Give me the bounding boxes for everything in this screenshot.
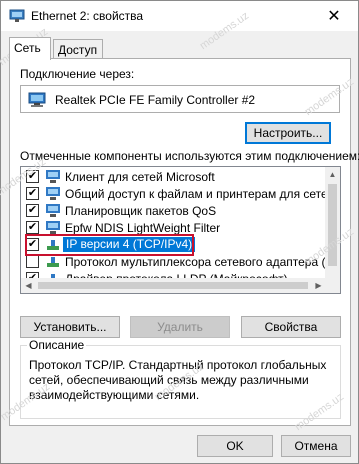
checkbox[interactable]: ✔ <box>26 170 39 183</box>
list-item-label: Общий доступ к файлам и принтерам для се… <box>65 187 341 201</box>
ok-button[interactable]: OK <box>197 435 273 457</box>
components-label: Отмеченные компоненты используются этим … <box>20 149 359 163</box>
description-group: Описание Протокол TCP/IP. Стандартный пр… <box>20 338 341 419</box>
properties-dialog: Ethernet 2: свойства ✕ Сеть Доступ Подкл… <box>0 0 359 464</box>
network-client-icon <box>46 170 60 183</box>
list-item-label: Клиент для сетей Microsoft <box>65 170 215 184</box>
window-title: Ethernet 2: свойства <box>31 9 144 23</box>
scroll-right-icon[interactable]: ▶ <box>311 278 326 293</box>
tab-sharing[interactable]: Доступ <box>53 39 103 60</box>
tab-network[interactable]: Сеть <box>9 37 51 60</box>
protocol-icon <box>47 257 59 267</box>
checkbox[interactable]: ✔ <box>26 221 39 234</box>
configure-button[interactable]: Настроить... <box>245 122 331 144</box>
network-adapter-icon <box>28 92 46 107</box>
network-adapter-icon <box>9 9 25 22</box>
description-legend: Описание <box>27 338 87 352</box>
close-button[interactable]: ✕ <box>314 1 354 31</box>
checkbox-unchecked[interactable] <box>26 255 39 268</box>
list-item-label: Протокол мультиплексора сетевого адаптер… <box>65 255 341 269</box>
close-icon: ✕ <box>327 8 341 25</box>
description-line: взаимодействующими сетями. <box>29 388 200 402</box>
list-item-label: Планировщик пакетов QoS <box>65 204 217 218</box>
adapter-field: Realtek PCIe FE Family Controller #2 <box>20 85 340 113</box>
scrollbar-corner <box>325 278 340 293</box>
description-text: Протокол TCP/IP. Стандартный протокол гл… <box>29 358 334 403</box>
description-line: сетей, обеспечивающий связь между различ… <box>29 373 309 387</box>
checkbox[interactable]: ✔ <box>26 204 39 217</box>
remove-button[interactable]: Удалить <box>130 316 230 338</box>
annotation-highlight <box>25 234 194 256</box>
list-item[interactable]: ✔ Общий доступ к файлам и принтерам для … <box>21 185 340 202</box>
vertical-scrollbar[interactable]: ▲ ▼ <box>325 167 340 293</box>
scroll-thumb[interactable] <box>328 184 337 266</box>
checkbox[interactable]: ✔ <box>26 187 39 200</box>
horizontal-scrollbar[interactable]: ◀ ▶ <box>21 278 326 293</box>
description-line: Протокол TCP/IP. Стандартный протокол гл… <box>29 358 327 372</box>
filter-icon <box>46 221 60 234</box>
scroll-left-icon[interactable]: ◀ <box>21 278 36 293</box>
file-sharing-icon <box>46 187 60 200</box>
scroll-thumb[interactable] <box>38 282 308 289</box>
list-item-label: Epfw NDIS LightWeight Filter <box>65 221 221 235</box>
install-button[interactable]: Установить... <box>20 316 120 338</box>
cancel-button[interactable]: Отмена <box>281 435 351 457</box>
properties-button[interactable]: Свойства <box>241 316 341 338</box>
connect-using-label: Подключение через: <box>20 67 135 81</box>
list-item[interactable]: ✔ Планировщик пакетов QoS <box>21 202 326 219</box>
scroll-up-icon[interactable]: ▲ <box>325 167 340 182</box>
components-list[interactable]: ✔ Клиент для сетей Microsoft ✔ Общий дос… <box>20 166 341 294</box>
adapter-name: Realtek PCIe FE Family Controller #2 <box>55 93 256 107</box>
title-bar: Ethernet 2: свойства ✕ <box>1 1 358 31</box>
qos-icon <box>46 204 60 217</box>
list-item[interactable]: ✔ Клиент для сетей Microsoft <box>21 168 326 185</box>
